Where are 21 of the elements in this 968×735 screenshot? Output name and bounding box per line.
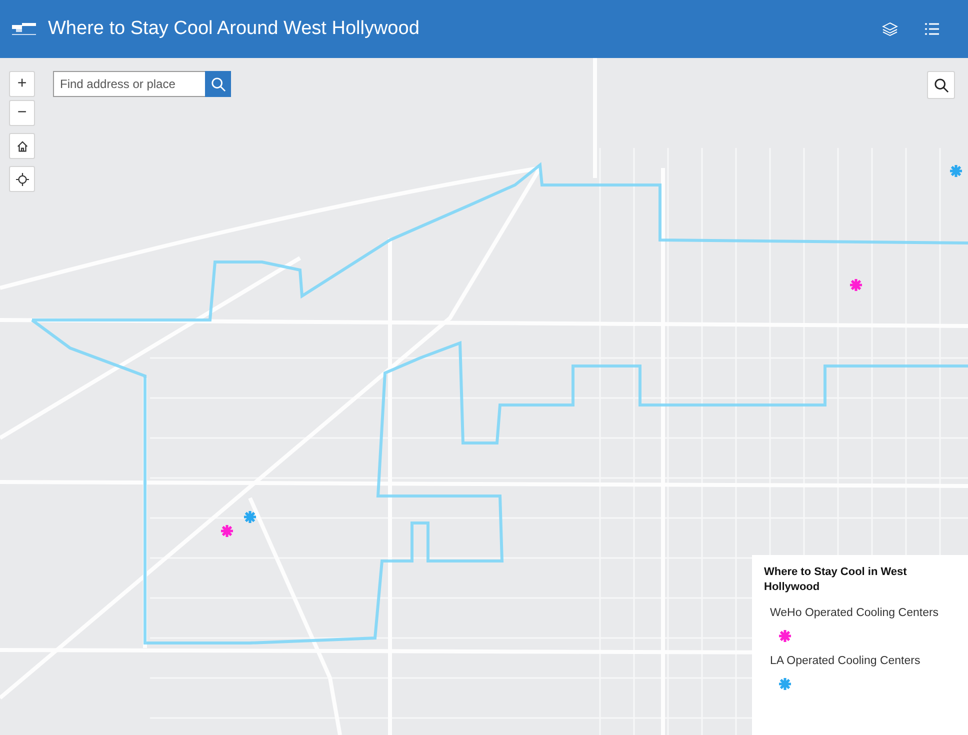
asterisk-marker-icon[interactable]: [849, 278, 863, 292]
zoom-out-button[interactable]: −: [9, 100, 35, 126]
legend-label: LA Operated Cooling Centers: [770, 654, 922, 667]
legend-title: Where to Stay Cool in West Hollywood: [764, 565, 908, 595]
zoom-in-button[interactable]: +: [9, 71, 35, 97]
home-button[interactable]: [9, 133, 35, 159]
search-field[interactable]: Find address or place: [53, 71, 205, 97]
legend-list-icon[interactable]: [924, 21, 940, 37]
asterisk-marker-icon[interactable]: [949, 164, 963, 178]
home-icon: [16, 140, 28, 152]
search-icon: [934, 78, 948, 92]
locate-button[interactable]: [9, 166, 35, 192]
app-title: Where to Stay Cool Around West Hollywood: [48, 18, 420, 40]
asterisk-marker-icon[interactable]: [243, 510, 257, 524]
city-logo-icon: [12, 21, 36, 37]
asterisk-marker-icon[interactable]: [220, 524, 234, 538]
crosshair-icon: [16, 172, 28, 186]
search-icon: [210, 76, 226, 92]
layers-icon[interactable]: [882, 21, 898, 37]
search-button[interactable]: [927, 71, 955, 99]
legend-label: WeHo Operated Cooling Centers: [770, 606, 940, 619]
